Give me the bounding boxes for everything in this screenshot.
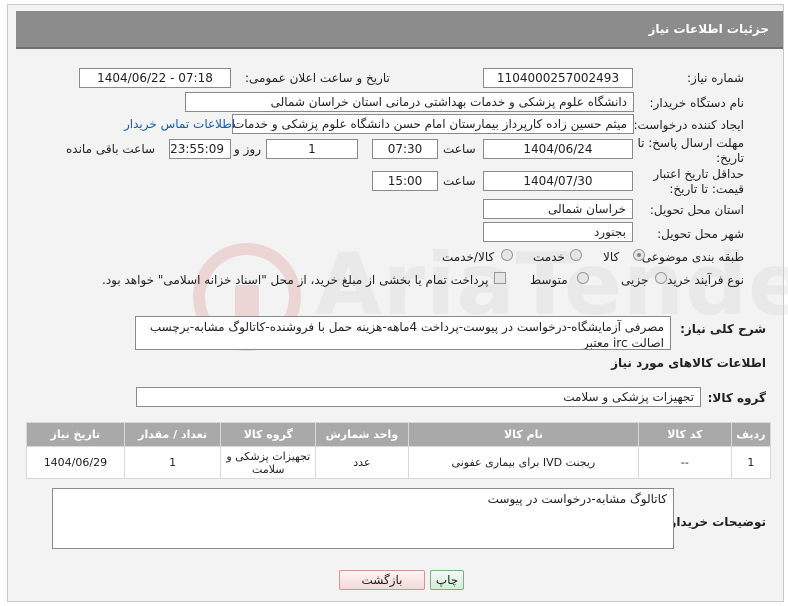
goods-table-header-row: ردیف کد کالا نام کالا واحد شمارش گروه کا… (26, 422, 772, 447)
buyer-contact-link[interactable]: اطلاعات تماس خریدار (124, 117, 235, 131)
creator-label: ایجاد کننده درخواست: (633, 118, 744, 132)
province-field: خراسان شمالی (483, 199, 633, 219)
col-quantity: تعداد / مقدار (123, 422, 222, 447)
buyer-field: دانشگاه علوم پزشکی و خدمات بهداشتی درمان… (185, 92, 634, 112)
process-medium-label: متوسط (530, 273, 568, 287)
panel-title: جزئیات اطلاعات نیاز (648, 22, 769, 36)
reply-deadline-label: مهلت ارسال پاسخ: تا تاریخ: (637, 136, 744, 165)
category-both-radio[interactable] (501, 249, 513, 261)
price-time-label: ساعت (443, 174, 476, 188)
remaining-label: ساعت باقی مانده (66, 142, 156, 156)
cell-item-name: ریجنت IVD برای بیماری عفونی (407, 446, 640, 479)
back-button[interactable]: بازگشت (339, 570, 425, 590)
cell-need-date: 1404/06/29 (26, 446, 125, 479)
reply-date-field: 1404/06/24 (483, 139, 633, 159)
category-goods-radio[interactable] (633, 249, 645, 261)
cell-item-code: -- (638, 446, 732, 479)
description-textarea[interactable]: مصرفی آزمایشگاه-درخواست در پیوست-پرداخت … (135, 316, 671, 350)
buyer-notes-label: توضیحات خریدار: (664, 515, 766, 529)
price-deadline-label: حداقل تاریخ اعتبار قیمت: تا تاریخ: (653, 167, 744, 196)
city-label: شهر محل تحویل: (657, 227, 744, 241)
category-both-label: کالا/خدمت (442, 250, 495, 264)
category-service-label: خدمت (533, 250, 565, 264)
cell-group: تجهیزات پزشکی و سلامت (220, 446, 317, 479)
goods-section-title: اطلاعات کالاهای مورد نیاز (611, 356, 766, 370)
days-label: روز و (234, 142, 261, 156)
need-number-label: شماره نیاز: (687, 71, 744, 85)
process-medium-radio[interactable] (577, 272, 589, 284)
table-row: 1 -- ریجنت IVD برای بیماری عفونی عدد تجه… (26, 446, 772, 479)
price-date-field: 1404/07/30 (483, 171, 633, 191)
cell-row-number: 1 (730, 446, 772, 479)
need-number-field: 1104000257002493 (483, 68, 633, 88)
col-unit: واحد شمارش (315, 422, 409, 447)
province-label: استان محل تحویل: (649, 203, 744, 217)
description-label: شرح کلی نیاز: (680, 322, 766, 336)
col-item-code: کد کالا (638, 422, 732, 447)
city-field: بجنورد (483, 222, 633, 242)
goods-group-field: تجهیزات پزشکی و سلامت (136, 387, 701, 407)
buyer-label: نام دستگاه خریدار: (649, 96, 745, 110)
process-label: نوع فرآیند خرید : (659, 273, 744, 287)
price-time-field: 15:00 (372, 171, 438, 191)
process-partial-radio[interactable] (655, 272, 667, 284)
payment-note: پرداخت تمام یا بخشی از مبلغ خرید، از محل… (102, 273, 489, 287)
col-group: گروه کالا (220, 422, 317, 447)
col-item-name: نام کالا (407, 422, 640, 447)
creator-field: میثم حسین زاده کارپرداز بیمارستان امام ح… (232, 114, 634, 134)
remaining-time-field: 23:55:09 (169, 139, 231, 159)
process-partial-label: جزیی (621, 273, 649, 287)
col-row-number: ردیف (730, 422, 772, 447)
cell-unit: عدد (315, 446, 409, 479)
announce-label: تاریخ و ساعت اعلان عمومی: (245, 71, 390, 85)
category-label: طبقه بندی موضوعی: (637, 250, 744, 264)
cell-quantity: 1 (123, 446, 222, 479)
panel-header: جزئیات اطلاعات نیاز (16, 11, 783, 49)
reply-time-field: 07:30 (372, 139, 438, 159)
category-service-radio[interactable] (570, 249, 582, 261)
buyer-notes-textarea[interactable]: کاتالوگ مشابه-درخواست در پیوست (52, 488, 674, 549)
col-need-date: تاریخ نیاز (26, 422, 125, 447)
print-button[interactable]: چاپ (430, 570, 464, 590)
category-goods-label: کالا (603, 250, 620, 264)
treasury-checkbox[interactable] (494, 272, 506, 284)
goods-table: ردیف کد کالا نام کالا واحد شمارش گروه کا… (26, 422, 772, 479)
days-field: 1 (266, 139, 358, 159)
announce-field: 1404/06/22 - 07:18 (79, 68, 231, 88)
reply-time-label: ساعت (443, 142, 476, 156)
goods-group-label: گروه کالا: (707, 391, 766, 405)
